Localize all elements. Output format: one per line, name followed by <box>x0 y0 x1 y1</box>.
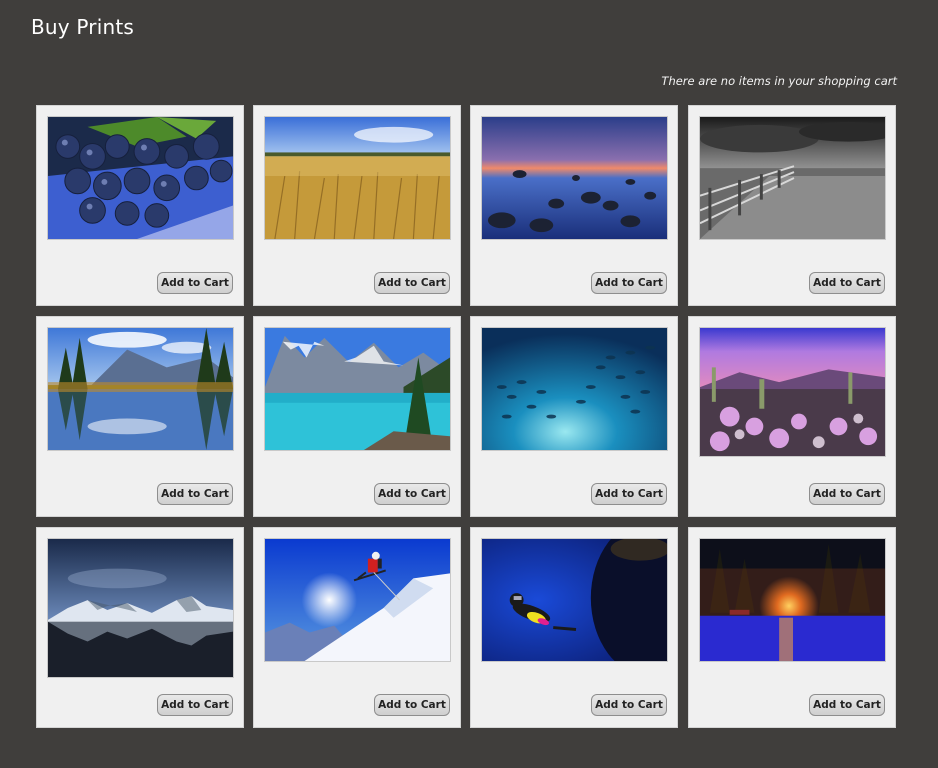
product-photo-blueberries[interactable] <box>47 116 234 240</box>
add-to-cart-button[interactable]: Add to Cart <box>809 694 885 716</box>
product-card: Add to Cart <box>470 527 678 728</box>
product-card: Add to Cart <box>688 316 896 517</box>
product-photo-moraine-lake[interactable] <box>264 327 451 451</box>
add-to-cart-button[interactable]: Add to Cart <box>157 483 233 505</box>
product-card: Add to Cart <box>470 316 678 517</box>
product-card: Add to Cart <box>688 527 896 728</box>
add-to-cart-button[interactable]: Add to Cart <box>374 694 450 716</box>
product-photo-scuba-diver[interactable] <box>481 538 668 662</box>
product-card: Add to Cart <box>688 105 896 306</box>
add-to-cart-button[interactable]: Add to Cart <box>374 272 450 294</box>
product-photo-wheat-field[interactable] <box>264 116 451 240</box>
product-card: Add to Cart <box>36 105 244 306</box>
add-to-cart-button[interactable]: Add to Cart <box>157 272 233 294</box>
add-to-cart-button[interactable]: Add to Cart <box>591 483 667 505</box>
product-photo-desert-flowers[interactable] <box>699 327 886 457</box>
page-title: Buy Prints <box>31 15 135 39</box>
product-card: Add to Cart <box>253 316 461 517</box>
product-photo-rocky-shore-dusk[interactable] <box>481 116 668 240</box>
product-card: Add to Cart <box>253 527 461 728</box>
add-to-cart-button[interactable]: Add to Cart <box>809 483 885 505</box>
product-photo-campfire-lake-night[interactable] <box>699 538 886 662</box>
product-card: Add to Cart <box>470 105 678 306</box>
add-to-cart-button[interactable]: Add to Cart <box>374 483 450 505</box>
add-to-cart-button[interactable]: Add to Cart <box>809 272 885 294</box>
add-to-cart-button[interactable]: Add to Cart <box>157 694 233 716</box>
product-photo-fence-black-white[interactable] <box>699 116 886 240</box>
product-photo-mountain-lake-reflection[interactable] <box>47 327 234 451</box>
add-to-cart-button[interactable]: Add to Cart <box>591 272 667 294</box>
cart-status-text: There are no items in your shopping cart <box>661 74 897 88</box>
product-card: Add to Cart <box>253 105 461 306</box>
product-card: Add to Cart <box>36 316 244 517</box>
product-photo-fish-school[interactable] <box>481 327 668 451</box>
product-card: Add to Cart <box>36 527 244 728</box>
add-to-cart-button[interactable]: Add to Cart <box>591 694 667 716</box>
product-photo-skier-jump[interactable] <box>264 538 451 662</box>
product-photo-snowy-peaks-reflection[interactable] <box>47 538 234 678</box>
